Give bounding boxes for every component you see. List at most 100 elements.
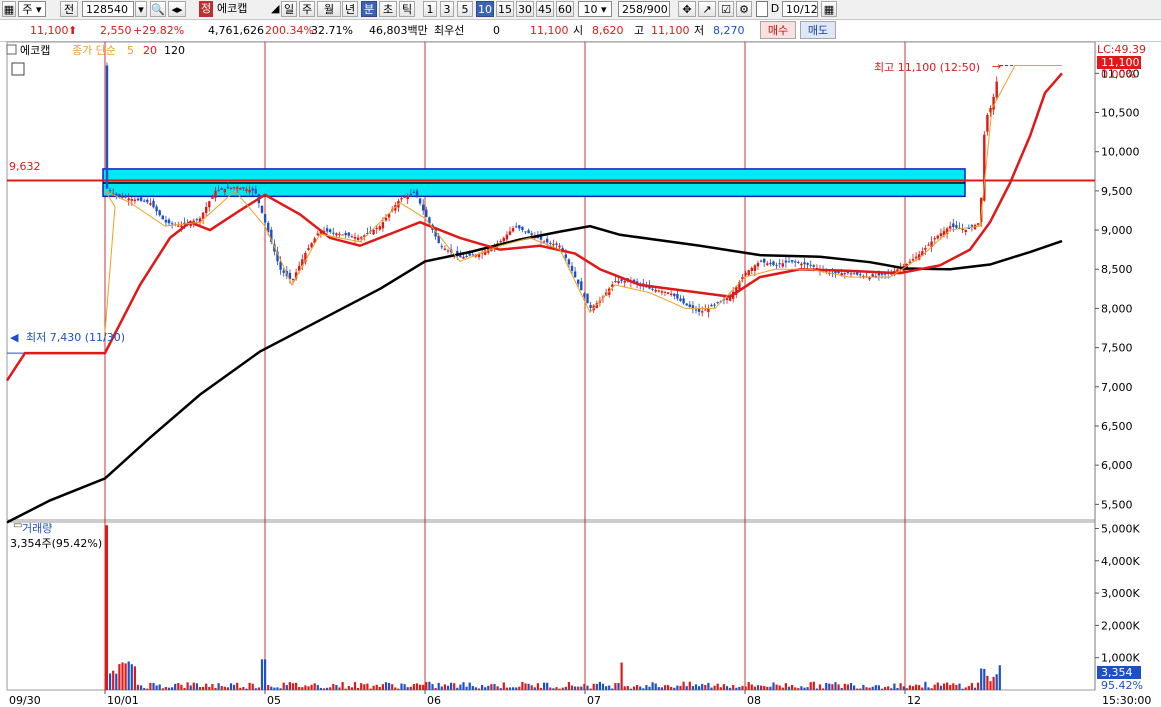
volume-bar	[384, 682, 388, 690]
volume-bar	[477, 688, 481, 690]
volume-bar	[205, 683, 208, 690]
candle-body	[849, 273, 853, 275]
volume-bar	[124, 663, 127, 690]
price-tick-label: 7,000	[1101, 381, 1133, 394]
volume-bar	[899, 683, 902, 690]
volume-bar	[121, 662, 124, 690]
price-tick-label: 9,500	[1101, 185, 1133, 198]
candle-body	[471, 254, 474, 256]
volume-bar	[970, 683, 973, 690]
candle-body	[679, 298, 682, 301]
low-arrow-icon: ◀	[10, 331, 19, 344]
volume-bar	[273, 687, 276, 690]
volume-bar	[905, 688, 908, 690]
volume-bar	[518, 686, 521, 690]
volume-bar	[939, 685, 942, 690]
moving-averages	[5, 65, 1063, 524]
volume-bar	[747, 682, 750, 690]
price-pane-frame	[6, 41, 1096, 521]
legend-toggle-icon[interactable]	[6, 44, 17, 55]
candle-body	[970, 225, 974, 227]
candle-body	[415, 190, 419, 197]
candle-body	[335, 233, 338, 236]
volume-bar	[877, 685, 880, 690]
candle-body	[136, 198, 140, 201]
volume-bar	[360, 683, 363, 690]
volume-bar	[146, 688, 149, 690]
candle-body	[924, 247, 927, 250]
volume-bar	[319, 687, 322, 690]
price-tick-label: 8,000	[1101, 302, 1133, 315]
volume-bar	[679, 685, 682, 690]
candle-body	[976, 223, 980, 225]
volume-bar	[673, 687, 676, 690]
candle-body	[508, 231, 512, 235]
volume-bar	[946, 682, 949, 690]
volume-bar	[369, 688, 372, 690]
volume-bar	[815, 688, 818, 690]
volume-bar	[425, 682, 428, 690]
volume-bar	[639, 686, 642, 690]
candle-body	[666, 292, 670, 294]
volume-bar	[992, 676, 995, 690]
volume-bar	[884, 687, 887, 690]
volume-bar	[530, 685, 533, 690]
stock-chart[interactable]: 11,00010,50010,0009,5009,0008,5008,0007,…	[0, 0, 1161, 707]
volume-bar	[164, 686, 167, 690]
candle-body	[964, 229, 967, 233]
volume-bar	[109, 673, 112, 690]
volume-bar	[450, 682, 453, 690]
vol-tag: 3,354	[1101, 666, 1133, 679]
volume-bar	[505, 687, 508, 690]
candle-body	[914, 256, 918, 259]
table-icon[interactable]	[11, 62, 25, 76]
volume-bar	[741, 685, 744, 690]
candle-body	[806, 263, 809, 265]
volume-bar	[626, 685, 629, 690]
volume-bar	[769, 686, 772, 690]
candle-body	[236, 187, 239, 189]
candle-body	[201, 212, 205, 219]
high-annotation: 최고 11,100 (12:50)	[874, 61, 980, 74]
volume-tick-label: 3,000K	[1101, 587, 1140, 600]
candle-body	[121, 196, 124, 198]
legend-ma120: 120	[164, 44, 185, 57]
x-tick-label: 09/30	[9, 694, 41, 707]
volume-bar	[918, 685, 921, 690]
volume-bar	[431, 684, 434, 690]
volume-bar	[698, 686, 701, 690]
volume-bar	[580, 686, 583, 690]
price-tick-label: 7,500	[1101, 342, 1133, 355]
volume-bar	[332, 683, 335, 690]
candle-body	[552, 244, 555, 246]
candle-body	[883, 273, 887, 275]
candle-body	[316, 233, 319, 236]
volume-bar	[419, 684, 422, 690]
volume-bar	[629, 688, 632, 690]
volume-bar	[716, 683, 719, 690]
candle-body	[462, 256, 465, 259]
volume-bar	[462, 682, 465, 690]
candle-body	[580, 281, 583, 291]
volume-bar	[570, 685, 574, 690]
volume-bar	[391, 684, 394, 690]
candle-body	[589, 304, 592, 308]
candle-body	[400, 198, 403, 200]
candle-body	[118, 194, 121, 196]
candle-body	[657, 290, 660, 292]
volume-bar	[840, 687, 843, 690]
candle-body	[577, 279, 580, 284]
volume-bar	[586, 685, 589, 690]
candle-body	[406, 195, 409, 200]
volume-bar	[806, 687, 809, 690]
volume-bar	[260, 659, 264, 690]
volume-bar	[189, 685, 192, 690]
volume-bar	[183, 687, 186, 690]
volume-bar	[577, 686, 580, 690]
candle-body	[226, 186, 230, 189]
candle-body	[527, 230, 530, 234]
candle-body	[694, 309, 698, 311]
volume-bar	[614, 683, 617, 690]
volume-bar	[812, 681, 815, 690]
volume-bar	[973, 687, 977, 690]
